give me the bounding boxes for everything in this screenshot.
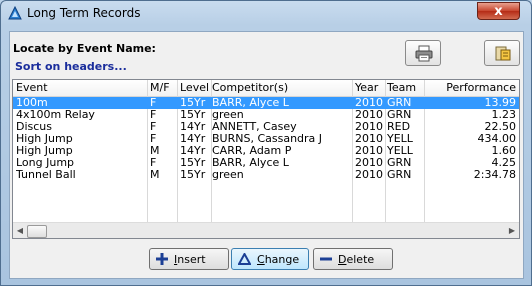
app-triangle-icon [8,6,22,20]
table-row[interactable]: High Jump M 14Yr CARR, Adam P 2010 YELL 1.60 [13,145,519,157]
dialog-body: Locate by Event Name: Sort on headers...… [9,31,524,279]
cell-team: RED [387,121,411,133]
long-term-records-window: Long Term Records x Locate by Event Name… [0,0,532,286]
column-header-level[interactable]: Level [180,82,212,94]
cell-event: High Jump [16,145,73,157]
cell-event: Discus [16,121,53,133]
table-row[interactable]: 100m F 15Yr BARR, Alyce L 2010 GRN 13.99 [13,97,519,109]
minus-icon [320,257,332,261]
cell-performance: 1.60 [491,145,517,157]
cell-mf: M [150,145,160,157]
insert-label: Insert [174,253,206,266]
cell-event: 4x100m Relay [16,109,95,121]
cell-event: 100m [16,97,48,109]
cell-year: 2010 [355,157,383,169]
delete-button[interactable]: Delete [313,248,393,270]
cell-year: 2010 [355,109,383,121]
cell-year: 2010 [355,133,383,145]
cell-event: High Jump [16,133,73,145]
close-icon: x [494,4,503,19]
export-button[interactable] [484,40,520,66]
table-row[interactable]: Discus F 14Yr ANNETT, Casey 2010 RED 22.50 [13,121,519,133]
export-icon [495,46,511,61]
cell-mf: F [150,133,157,145]
cell-performance: 2:34.78 [473,169,516,181]
cell-competitor: CARR, Adam P [212,145,292,157]
printer-icon [415,45,433,62]
cell-competitor: BARR, Alyce L [212,97,289,109]
close-button[interactable]: x [477,2,520,20]
sort-on-headers-label: Sort on headers... [15,60,127,73]
scroll-thumb[interactable] [27,225,47,238]
column-header-performance[interactable]: Performance [425,82,516,94]
insert-button[interactable]: Insert [149,248,229,270]
cell-year: 2010 [355,145,383,157]
cell-team: GRN [387,157,412,169]
cell-performance: 22.50 [484,121,517,133]
column-header-competitors[interactable]: Competitor(s) [212,82,350,94]
cell-mf: F [150,97,157,109]
cell-level: 15Yr [180,109,206,121]
table-row[interactable]: Long Jump F 15Yr BARR, Alyce L 2010 GRN 4.25 [13,157,519,169]
cell-team: YELL [387,133,413,145]
cell-team: GRN [387,109,412,121]
plus-icon [156,253,168,265]
cell-level: 14Yr [180,121,206,133]
column-header-event[interactable]: Event [16,82,141,94]
cell-level: 15Yr [180,157,206,169]
cell-event: Tunnel Ball [16,169,76,181]
cell-competitor: BARR, Alyce L [212,157,289,169]
cell-year: 2010 [355,97,383,109]
column-header-team[interactable]: Team [387,82,425,94]
column-header-year[interactable]: Year [355,82,383,94]
cell-performance: 434.00 [477,133,517,145]
change-button[interactable]: Change [231,248,309,270]
cell-competitor: ANNETT, Casey [212,121,297,133]
window-title: Long Term Records [27,6,141,20]
cell-performance: 1.23 [491,109,517,121]
cell-competitor: green [212,109,244,121]
cell-team: GRN [387,97,412,109]
change-label: Change [257,253,300,266]
cell-level: 15Yr [180,97,206,109]
table-header: Event M/F Level Competitor(s) Year Team … [13,80,519,97]
cell-competitor: green [212,169,244,181]
cell-performance: 4.25 [491,157,517,169]
cell-level: 15Yr [180,169,206,181]
cell-team: YELL [387,145,413,157]
cell-mf: F [150,121,157,133]
scroll-right-icon[interactable]: ▶ [506,225,518,237]
delete-label: Delete [338,253,375,266]
records-table[interactable]: Event M/F Level Competitor(s) Year Team … [12,79,520,239]
title-bar[interactable]: Long Term Records x [1,1,531,27]
scroll-left-icon[interactable]: ◀ [14,225,26,237]
column-header-mf[interactable]: M/F [150,82,176,94]
cell-level: 14Yr [180,145,206,157]
cell-competitor: BURNS, Cassandra J [212,133,323,145]
cell-mf: F [150,157,157,169]
cell-year: 2010 [355,121,383,133]
locate-by-event-label: Locate by Event Name: [13,42,156,55]
cell-team: GRN [387,169,412,181]
cell-level: 14Yr [180,133,206,145]
cell-year: 2010 [355,169,383,181]
triangle-icon [238,253,251,265]
cell-performance: 13.99 [484,97,517,109]
horizontal-scrollbar[interactable]: ◀ ▶ [13,222,519,238]
cell-mf: M [150,169,160,181]
table-row[interactable]: Tunnel Ball M 15Yr green 2010 GRN 2:34.78 [13,169,519,181]
cell-mf: F [150,109,157,121]
cell-event: Long Jump [16,157,75,169]
table-row[interactable]: 4x100m Relay F 15Yr green 2010 GRN 1.23 [13,109,519,121]
table-row[interactable]: High Jump F 14Yr BURNS, Cassandra J 2010 YELL… [13,133,519,145]
print-button[interactable] [405,40,441,66]
